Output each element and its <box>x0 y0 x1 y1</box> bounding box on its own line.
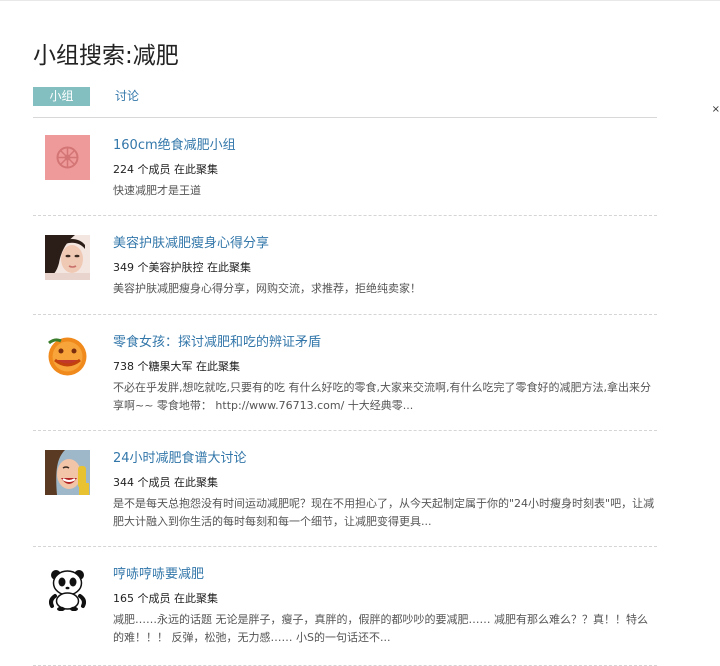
group-name-link[interactable]: 160cm绝食减肥小组 <box>113 136 657 156</box>
pink-wheel-icon[interactable] <box>45 135 90 180</box>
top-divider <box>0 0 720 1</box>
group-description: 是不是每天总抱怨没有时间运动减肥呢？现在不用担心了，从今天起制定属于你的"24小… <box>113 497 655 528</box>
list-item: 美容护肤减肥瘦身心得分享 349 个美容护肤控 在此聚集 美容护肤减肥瘦身心得分… <box>33 216 657 315</box>
group-name-link[interactable]: 零食女孩：探讨减肥和吃的辨证矛盾 <box>113 333 657 353</box>
group-name-link[interactable]: 美容护肤减肥瘦身心得分享 <box>113 234 657 254</box>
group-name-link[interactable]: 哼哧哼哧要减肥 <box>113 565 657 585</box>
list-item: 哼哧哼哧要减肥 165 个成员 在此聚集 减肥……永远的话题 无论是胖子，瘦子，… <box>33 547 657 666</box>
search-tabs: 小组 讨论 <box>33 87 657 118</box>
panda-icon[interactable] <box>45 566 90 611</box>
woman-face-icon[interactable] <box>45 235 90 280</box>
group-members: 349 个美容护肤控 在此聚集 <box>113 261 251 274</box>
group-name-link[interactable]: 24小时减肥食谱大讨论 <box>113 449 657 469</box>
laughing-girl-icon[interactable] <box>45 450 90 495</box>
list-item: 160cm绝食减肥小组 224 个成员 在此聚集 快速减肥才是王道 <box>33 118 657 216</box>
group-description: 不必在乎发胖,想吃就吃,只要有的吃 有什么好吃的零食,大家来交流啊,有什么吃完了… <box>113 381 651 412</box>
group-members: 224 个成员 在此聚集 <box>113 163 218 176</box>
group-members: 344 个成员 在此聚集 <box>113 476 218 489</box>
group-description: 美容护肤减肥瘦身心得分享，网购交流，求推荐，拒绝纯卖家！ <box>113 282 421 295</box>
list-item: 零食女孩：探讨减肥和吃的辨证矛盾 738 个糖果大军 在此聚集 不必在乎发胖,想… <box>33 315 657 431</box>
group-members: 738 个糖果大军 在此聚集 <box>113 360 240 373</box>
orange-slice-icon[interactable] <box>45 334 90 379</box>
list-item: 24小时减肥食谱大讨论 344 个成员 在此聚集 是不是每天总抱怨没有时间运动减… <box>33 431 657 547</box>
group-list: 160cm绝食减肥小组 224 个成员 在此聚集 快速减肥才是王道 美容护肤减肥… <box>33 118 657 666</box>
group-description: 快速减肥才是王道 <box>113 184 201 197</box>
page-title: 小组搜索:减肥 <box>33 43 179 69</box>
tab-groups[interactable]: 小组 <box>33 87 90 106</box>
tab-discussions[interactable]: 讨论 <box>115 87 139 106</box>
close-icon[interactable]: × <box>712 104 720 115</box>
group-members: 165 个成员 在此聚集 <box>113 592 218 605</box>
group-description: 减肥……永远的话题 无论是胖子，瘦子，真胖的，假胖的都吵吵的要减肥…… 减肥有那… <box>113 613 648 644</box>
